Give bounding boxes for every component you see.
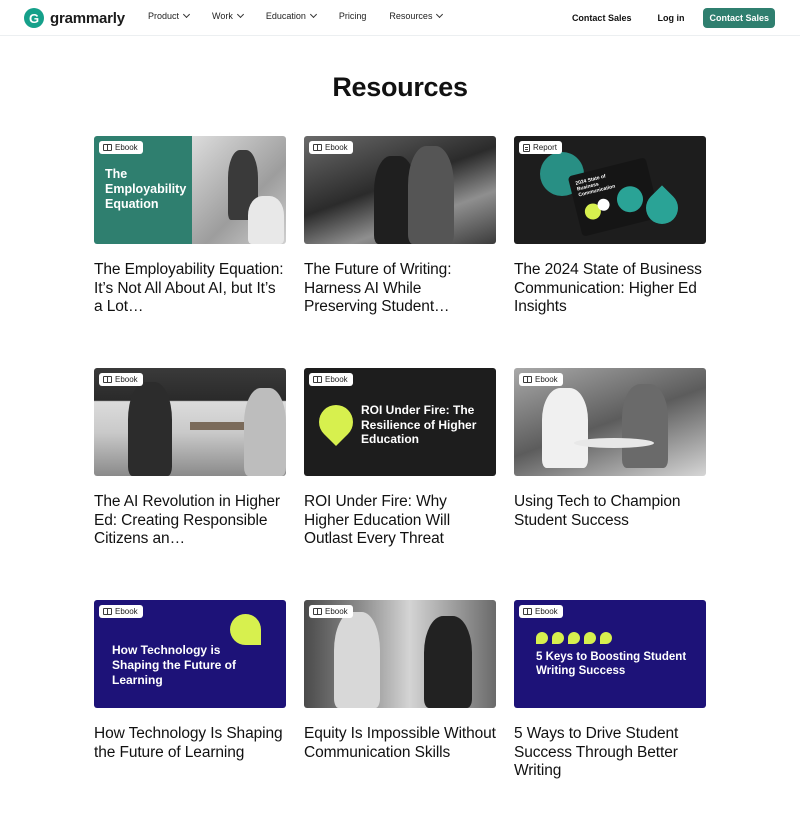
- chevron-down-icon: [182, 10, 191, 19]
- nav-product-label: Product: [148, 11, 180, 21]
- thumbnail-text: The Employability Equation: [105, 167, 187, 211]
- grammarly-logo[interactable]: G grammarly: [24, 8, 125, 28]
- resource-card[interactable]: ROI Under Fire: The Resilience of Higher…: [304, 368, 496, 549]
- speech-bubble-shape: [568, 632, 580, 644]
- badge-label: Ebook: [115, 375, 138, 384]
- speech-bubble-shape: [552, 632, 564, 644]
- resource-card[interactable]: Ebook Using Tech to Champion Student Suc…: [514, 368, 706, 530]
- badge-label: Report: [533, 143, 558, 152]
- contact-sales-button[interactable]: Contact Sales: [703, 8, 775, 28]
- photo-person: [424, 616, 472, 708]
- type-badge: Ebook: [519, 373, 563, 386]
- book-icon: [103, 608, 112, 615]
- card-thumbnail[interactable]: How Technology is Shaping the Future of …: [94, 600, 286, 708]
- card-title[interactable]: The Future of Writing: Harness AI While …: [304, 261, 496, 317]
- contact-sales-link[interactable]: Contact Sales: [572, 13, 632, 23]
- chevron-down-icon: [436, 10, 444, 19]
- report-icon: [523, 143, 530, 152]
- resource-card[interactable]: 5 Keys to Boosting Student Writing Succe…: [514, 600, 706, 781]
- nav-pricing[interactable]: Pricing: [339, 11, 367, 21]
- resource-card[interactable]: Ebook The Employability Equation The Emp…: [94, 136, 286, 317]
- card-thumbnail[interactable]: Ebook: [304, 136, 496, 244]
- badge-label: Ebook: [115, 607, 138, 616]
- book-icon: [313, 608, 322, 615]
- nav-product[interactable]: Product: [148, 10, 191, 21]
- card-title[interactable]: How Technology Is Shaping the Future of …: [94, 725, 286, 762]
- badge-label: Ebook: [325, 607, 348, 616]
- badge-label: Ebook: [535, 375, 558, 384]
- card-thumbnail[interactable]: Ebook: [94, 368, 286, 476]
- photo-person: [244, 388, 286, 476]
- type-badge: Ebook: [99, 141, 143, 154]
- nav-work[interactable]: Work: [212, 10, 244, 21]
- speech-bubble-shape: [584, 632, 596, 644]
- photo-desk: [190, 422, 250, 430]
- type-badge: Report: [519, 141, 563, 154]
- card-title[interactable]: ROI Under Fire: Why Higher Education Wil…: [304, 493, 496, 549]
- badge-label: Ebook: [325, 375, 348, 384]
- badge-label: Ebook: [115, 143, 138, 152]
- thumbnail-text: 5 Keys to Boosting Student Writing Succe…: [536, 651, 687, 677]
- speech-bubble-shape: [600, 632, 612, 644]
- card-thumbnail[interactable]: 2024 State of Business Communication Rep…: [514, 136, 706, 244]
- speech-bubble-shape: [536, 632, 548, 644]
- type-badge: Ebook: [309, 373, 353, 386]
- resource-card[interactable]: How Technology is Shaping the Future of …: [94, 600, 286, 762]
- thumbnail-text: ROI Under Fire: The Resilience of Higher…: [361, 403, 477, 446]
- book-icon: [523, 376, 532, 383]
- photo-person: [128, 382, 172, 476]
- photo-person: [542, 388, 588, 468]
- logo-text: grammarly: [50, 9, 125, 27]
- type-badge: Ebook: [99, 605, 143, 618]
- card-title[interactable]: The AI Revolution in Higher Ed: Creating…: [94, 493, 286, 549]
- speech-bubble-shape: [230, 614, 261, 645]
- nav-resources-label: Resources: [389, 11, 433, 21]
- login-link[interactable]: Log in: [657, 13, 684, 23]
- book-icon: [313, 144, 322, 151]
- type-badge: Ebook: [309, 605, 353, 618]
- card-title[interactable]: The 2024 State of Business Communication…: [514, 261, 706, 317]
- nav-pricing-label: Pricing: [338, 11, 367, 21]
- card-thumbnail[interactable]: Ebook: [304, 600, 496, 708]
- type-badge: Ebook: [519, 605, 563, 618]
- photo-person: [334, 612, 380, 708]
- badge-label: Ebook: [535, 607, 558, 616]
- grammarly-logo-icon: G: [24, 8, 44, 28]
- top-navigation-bar: G grammarly Product Work Education Prici…: [0, 0, 800, 36]
- card-title[interactable]: Using Tech to Champion Student Success: [514, 493, 706, 530]
- resource-card[interactable]: 2024 State of Business Communication Rep…: [514, 136, 706, 317]
- card-title[interactable]: 5 Ways to Drive Student Success Through …: [514, 725, 706, 781]
- book-icon: [523, 608, 532, 615]
- photo-person: [408, 146, 454, 244]
- nav-resources[interactable]: Resources: [389, 10, 444, 21]
- card-title[interactable]: Equity Is Impossible Without Communicati…: [304, 725, 496, 762]
- nav-education-label: Education: [265, 11, 306, 21]
- resource-card[interactable]: Ebook The AI Revolution in Higher Ed: Cr…: [94, 368, 286, 549]
- resource-card[interactable]: Ebook Equity Is Impossible Without Commu…: [304, 600, 496, 762]
- chevron-down-icon: [309, 10, 317, 19]
- book-icon: [103, 144, 112, 151]
- chevron-down-icon: [236, 10, 244, 19]
- thumbnail-photo: [192, 136, 286, 244]
- main-nav: Product Work Education Pricing Resources: [148, 10, 444, 21]
- badge-label: Ebook: [325, 143, 348, 152]
- type-badge: Ebook: [99, 373, 143, 386]
- card-thumbnail[interactable]: ROI Under Fire: The Resilience of Higher…: [304, 368, 496, 476]
- resource-card[interactable]: Ebook The Future of Writing: Harness AI …: [304, 136, 496, 317]
- card-thumbnail[interactable]: Ebook The Employability Equation: [94, 136, 286, 244]
- header-actions: Contact Sales Log in Contact Sales: [572, 8, 775, 28]
- photo-table: [574, 438, 654, 448]
- book-icon: [103, 376, 112, 383]
- photo-person: [248, 196, 284, 244]
- thumbnail-text: How Technology is Shaping the Future of …: [112, 643, 236, 687]
- card-title[interactable]: The Employability Equation: It’s Not All…: [94, 261, 286, 317]
- page-title: Resources: [332, 72, 468, 102]
- card-thumbnail[interactable]: Ebook: [514, 368, 706, 476]
- book-icon: [313, 376, 322, 383]
- nav-education[interactable]: Education: [265, 10, 317, 21]
- card-thumbnail[interactable]: 5 Keys to Boosting Student Writing Succe…: [514, 600, 706, 708]
- photo-person: [622, 384, 668, 468]
- type-badge: Ebook: [309, 141, 353, 154]
- nav-work-label: Work: [212, 11, 233, 21]
